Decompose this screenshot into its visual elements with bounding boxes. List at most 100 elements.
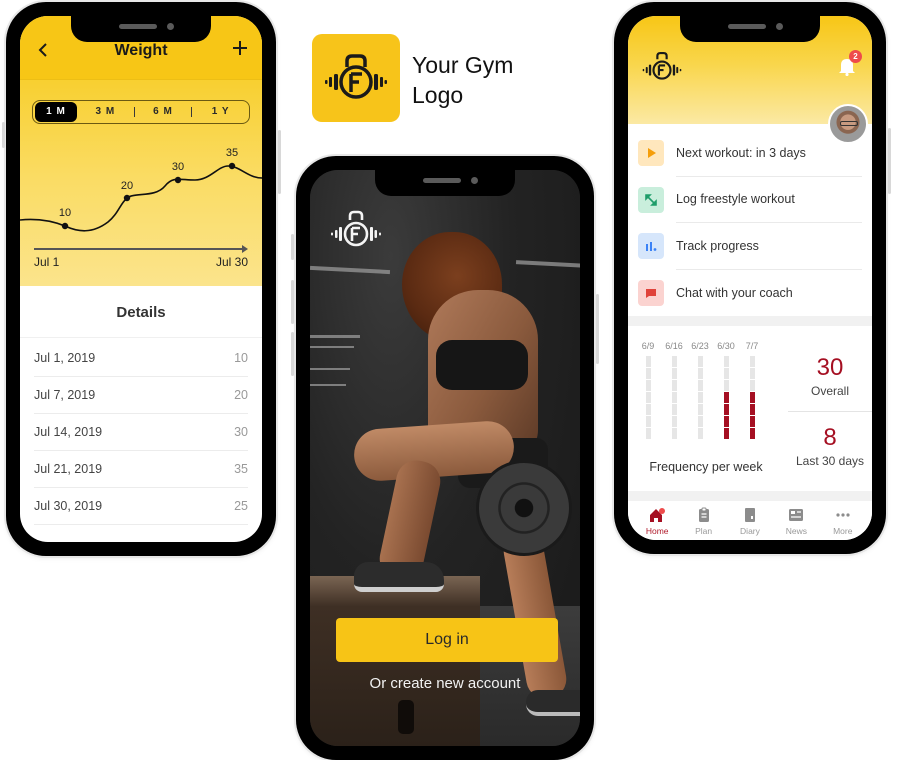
frequency-bar-empty bbox=[697, 428, 703, 439]
data-label: 30 bbox=[172, 161, 184, 173]
nav-item-news[interactable]: News bbox=[773, 501, 819, 540]
weight-entry-row[interactable]: Jul 1, 2019 10 bbox=[34, 340, 248, 377]
frequency-bar-empty bbox=[671, 380, 677, 391]
frequency-week-column: 6/16 bbox=[664, 340, 684, 439]
details-heading: Details bbox=[20, 288, 262, 338]
frequency-bar-empty bbox=[749, 356, 755, 367]
recent-value: 8 bbox=[823, 424, 837, 451]
frequency-bar-empty bbox=[645, 356, 651, 367]
weight-entry-row[interactable]: Jul 30, 2019 25 bbox=[34, 488, 248, 525]
nav-item-home[interactable]: Home bbox=[634, 501, 680, 540]
entry-value: 35 bbox=[234, 462, 248, 476]
frequency-bar-empty bbox=[723, 380, 729, 391]
frequency-bar-filled bbox=[749, 428, 755, 439]
weight-entry-row[interactable]: Jul 14, 2019 30 bbox=[34, 414, 248, 451]
quick-action-item[interactable]: Log freestyle workout bbox=[638, 177, 872, 223]
nav-label: Diary bbox=[740, 526, 760, 536]
recent-stat: 8 Last 30 days bbox=[786, 424, 872, 468]
data-label: 10 bbox=[59, 207, 71, 219]
entry-date: Jul 1, 2019 bbox=[34, 351, 96, 365]
quick-action-item[interactable]: Chat with your coach bbox=[638, 270, 872, 317]
frequency-week-column: 6/23 bbox=[690, 340, 710, 439]
frequency-bar-empty bbox=[749, 368, 755, 379]
phone-side-button bbox=[291, 234, 294, 260]
entry-date: Jul 21, 2019 bbox=[34, 462, 103, 476]
nav-item-plan[interactable]: Plan bbox=[681, 501, 727, 540]
plus-icon[interactable] bbox=[232, 38, 248, 60]
weight-line-chart: 10 20 30 35 bbox=[20, 147, 262, 232]
home-phone: 2 Next workout: in 3 days Log freestyle w… bbox=[614, 2, 891, 554]
phone-side-button bbox=[291, 280, 294, 324]
data-label: 35 bbox=[226, 147, 238, 159]
week-label: 6/16 bbox=[665, 341, 683, 351]
frequency-title: Frequency per week bbox=[649, 460, 763, 474]
phone-notch bbox=[71, 16, 211, 42]
create-account-link[interactable]: Or create new account bbox=[310, 675, 580, 692]
frequency-bar-empty bbox=[697, 416, 703, 427]
weight-entries-list: Jul 1, 2019 10 Jul 7, 2019 20 Jul 14, 2019 30… bbox=[34, 340, 248, 525]
frequency-week-column: 6/30 bbox=[716, 340, 736, 439]
frequency-bar bbox=[723, 356, 729, 439]
frequency-bar-filled bbox=[723, 404, 729, 415]
page-title: Weight bbox=[114, 42, 168, 59]
frequency-bar-filled bbox=[723, 392, 729, 403]
entry-value: 20 bbox=[234, 388, 248, 402]
nav-item-diary[interactable]: Diary bbox=[727, 501, 773, 540]
avatar[interactable] bbox=[828, 104, 868, 144]
more-dots-icon bbox=[835, 507, 851, 523]
news-icon bbox=[788, 507, 804, 523]
recent-label: Last 30 days bbox=[795, 454, 865, 468]
entry-date: Jul 7, 2019 bbox=[34, 388, 96, 402]
axis-end-label: Jul 30 bbox=[215, 255, 248, 269]
chat-icon bbox=[638, 279, 664, 306]
brand-logo: Your Gym Logo bbox=[312, 34, 552, 124]
expand-arrows-icon bbox=[638, 186, 664, 213]
range-option-1y[interactable]: 1 Y bbox=[192, 102, 249, 122]
frequency-bar-empty bbox=[671, 392, 677, 403]
quick-action-item[interactable]: Track progress bbox=[638, 223, 872, 270]
kettlebell-dumbbell-f-logo-icon bbox=[312, 34, 400, 122]
login-phone: Log in Or create new account bbox=[291, 156, 599, 760]
login-button[interactable]: Log in bbox=[336, 618, 558, 662]
frequency-bar-empty bbox=[645, 392, 651, 403]
brand-line-1: Your Gym bbox=[412, 52, 514, 78]
weight-line bbox=[20, 165, 262, 232]
clipboard-icon bbox=[696, 507, 712, 523]
frequency-bar-empty bbox=[645, 416, 651, 427]
stats-panel: 6/9 6/16 6/23 6/30 7/7 Frequency per week 30… bbox=[628, 326, 872, 491]
range-option-6m[interactable]: 6 M bbox=[135, 102, 192, 122]
weight-entry-row[interactable]: Jul 7, 2019 20 bbox=[34, 377, 248, 414]
weight-phone: Weight 1 M 3 M 6 M 1 Y 10 20 30 35 Jul 1… bbox=[2, 2, 281, 556]
frequency-bar-empty bbox=[645, 404, 651, 415]
data-label: 20 bbox=[121, 180, 133, 192]
frequency-bar-filled bbox=[749, 392, 755, 403]
range-option-1m[interactable]: 1 M bbox=[35, 102, 77, 122]
frequency-bar-empty bbox=[645, 368, 651, 379]
frequency-bar-filled bbox=[749, 404, 755, 415]
home-icon bbox=[649, 507, 666, 523]
frequency-bar-empty bbox=[671, 428, 677, 439]
frequency-bar-filled bbox=[749, 416, 755, 427]
range-option-3m[interactable]: 3 M bbox=[77, 102, 134, 122]
frequency-week-column: 6/9 bbox=[638, 340, 658, 439]
entry-value: 30 bbox=[234, 425, 248, 439]
notification-badge: 2 bbox=[849, 50, 862, 63]
week-label: 7/7 bbox=[745, 341, 759, 351]
frequency-bar-empty bbox=[697, 368, 703, 379]
brand-name: Your Gym Logo bbox=[412, 50, 513, 110]
nav-label: Home bbox=[645, 526, 669, 536]
weight-entry-row[interactable]: Jul 21, 2019 35 bbox=[34, 451, 248, 488]
entry-date: Jul 30, 2019 bbox=[34, 499, 103, 513]
weight-screen: Weight 1 M 3 M 6 M 1 Y 10 20 30 35 Jul 1… bbox=[20, 16, 262, 542]
stat-divider bbox=[788, 411, 872, 412]
frequency-bar-empty bbox=[697, 356, 703, 367]
data-point bbox=[174, 176, 182, 184]
frequency-chart: 6/9 6/16 6/23 6/30 7/7 bbox=[638, 340, 774, 450]
phone-notch bbox=[680, 16, 820, 42]
frequency-bar-empty bbox=[697, 404, 703, 415]
app-logo-icon bbox=[326, 208, 386, 252]
frequency-bar bbox=[697, 356, 703, 439]
quick-actions-list: Next workout: in 3 days Log freestyle wor… bbox=[638, 130, 872, 316]
nav-item-more[interactable]: More bbox=[820, 501, 866, 540]
phone-side-button bbox=[596, 294, 599, 364]
